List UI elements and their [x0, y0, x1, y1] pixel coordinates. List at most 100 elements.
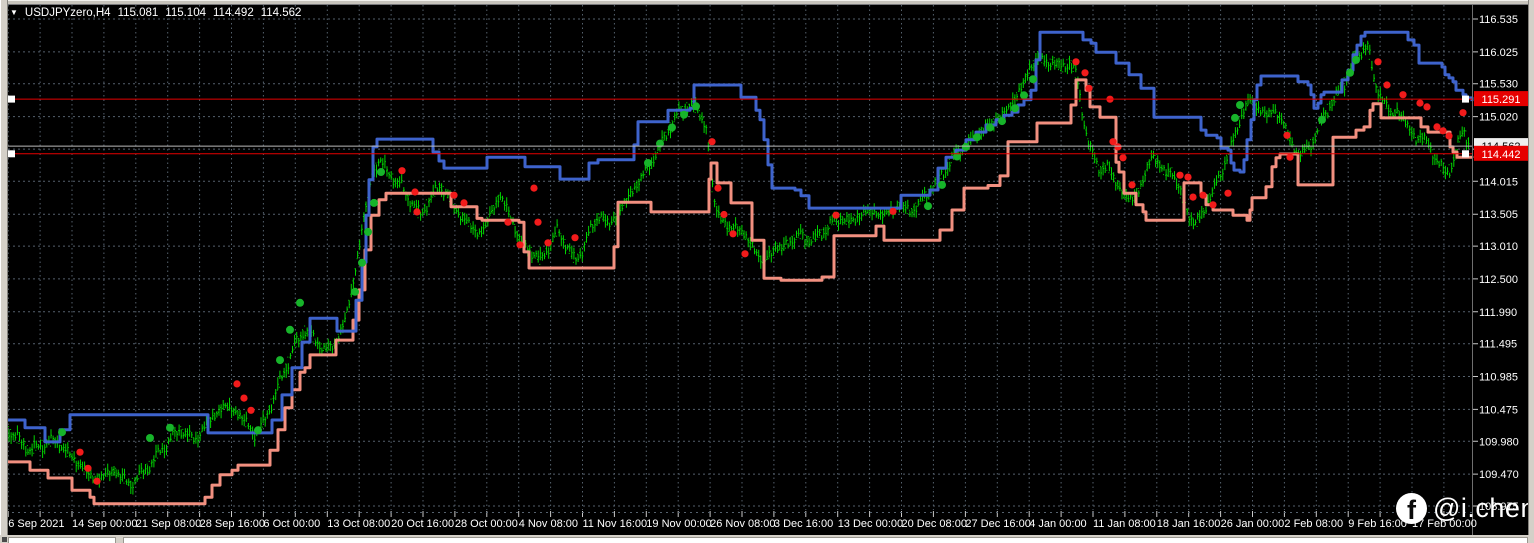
- status-cell-right[interactable]: [123, 537, 1528, 543]
- sell-dot: [504, 218, 512, 226]
- sell-dot: [1445, 132, 1453, 140]
- sell-dot: [460, 199, 468, 207]
- buy-dot: [668, 123, 676, 132]
- mt4-chart-window: 116.535116.025115.530115.020114.515114.0…: [0, 0, 1534, 543]
- price-axis-label: 114.015: [1479, 176, 1518, 188]
- line-anchor-handle[interactable]: [1462, 95, 1469, 103]
- price-axis-label: 115.020: [1479, 112, 1518, 124]
- buy-dot: [377, 168, 385, 176]
- resize-corner: [2, 537, 7, 542]
- buy-dot: [1352, 55, 1360, 64]
- status-strip: [0, 535, 1534, 543]
- buy-dot: [351, 287, 359, 296]
- time-axis-label: 18 Jan 16:00: [1157, 518, 1221, 530]
- price-axis-label: 111.990: [1479, 307, 1517, 319]
- buy-dot: [986, 123, 994, 132]
- sell-dot: [1176, 171, 1184, 179]
- sell-dot: [1224, 189, 1232, 197]
- line-anchor-handle[interactable]: [8, 95, 15, 103]
- status-cell-left[interactable]: [8, 537, 116, 543]
- buy-dot: [1346, 68, 1354, 77]
- time-axis-label: 13 Oct 08:00: [327, 518, 390, 530]
- sell-dot: [720, 210, 728, 219]
- sell-dot: [1189, 193, 1197, 201]
- buy-dot: [296, 298, 304, 307]
- sell-dot: [247, 406, 255, 414]
- buy-dot: [962, 142, 970, 151]
- open-value: 115.081: [117, 7, 159, 19]
- time-axis-label: 19 Nov 00:00: [646, 518, 711, 530]
- sell-dot: [450, 191, 458, 199]
- buy-dot: [998, 117, 1006, 126]
- buy-dot: [364, 227, 372, 236]
- low-value: 114.492: [213, 7, 254, 19]
- sell-dot: [1184, 173, 1192, 181]
- line-anchor-handle[interactable]: [8, 150, 15, 158]
- buy-dot: [254, 426, 262, 435]
- sell-dot: [1423, 103, 1431, 111]
- time-axis-label: 20 Dec 08:00: [902, 518, 967, 530]
- sell-dot: [1383, 81, 1391, 89]
- buy-dot: [358, 258, 366, 267]
- sell-dot: [411, 188, 419, 196]
- buy-dot: [692, 102, 700, 111]
- sell-dot: [741, 250, 749, 258]
- sell-dot: [233, 380, 241, 388]
- time-axis-label: 28 Oct 00:00: [455, 518, 518, 530]
- sell-dot: [1416, 99, 1424, 107]
- close-value: 114.562: [260, 7, 302, 19]
- sell-dot: [76, 448, 84, 456]
- price-axis-label: 109.470: [1479, 469, 1519, 481]
- window-border-right: [1528, 0, 1534, 543]
- sell-dot: [413, 208, 421, 216]
- sell-dot: [1439, 127, 1447, 135]
- buy-dot: [1318, 115, 1326, 124]
- time-axis-label: 6 Sep 2021: [8, 518, 64, 530]
- buy-dot: [973, 133, 981, 142]
- time-axis-label: 3 Dec 16:00: [774, 518, 833, 530]
- buy-dot: [166, 423, 174, 432]
- time-axis-label: 11 Nov 16:00: [583, 518, 648, 530]
- sell-dot: [832, 211, 840, 219]
- buy-dot: [1029, 75, 1037, 84]
- price-chart[interactable]: 116.535116.025115.530115.020114.515114.0…: [0, 0, 1534, 543]
- sell-dot: [1209, 201, 1217, 209]
- buy-dot: [1020, 91, 1028, 100]
- sell-dot: [1109, 138, 1117, 146]
- window-border-top: [0, 0, 1534, 5]
- buy-dot: [276, 356, 284, 365]
- symbol-dropdown-icon: ▼: [10, 8, 18, 17]
- sell-dot: [1459, 109, 1467, 117]
- price-axis-label: 109.980: [1479, 436, 1519, 448]
- sell-dot: [1374, 58, 1382, 66]
- time-axis-label: 11 Jan 08:00: [1093, 518, 1156, 530]
- sell-dot: [534, 218, 542, 226]
- watermark-handle: @i.chen: [1433, 493, 1534, 523]
- sell-dot: [1433, 123, 1441, 131]
- time-axis-label: 26 Nov 08:00: [710, 518, 775, 530]
- sell-dot: [1283, 131, 1291, 139]
- buy-dot: [1236, 101, 1244, 109]
- sell-dot: [1081, 69, 1089, 77]
- ohlc-header: ▼ USDJPYzero,H4 115.081 115.104 114.492 114.5…: [10, 7, 301, 19]
- sell-dot: [714, 184, 722, 192]
- sell-dot: [84, 464, 92, 472]
- time-axis-label: 20 Oct 16:00: [391, 518, 454, 530]
- sell-dot: [1072, 58, 1080, 66]
- price-axis-label: 115.530: [1479, 79, 1518, 91]
- sell-dot: [398, 167, 406, 175]
- time-axis-label: 14 Sep 00:00: [72, 518, 137, 530]
- price-axis-label: 110.475: [1479, 404, 1518, 416]
- price-axis-label: 113.010: [1479, 241, 1518, 253]
- sell-dot: [544, 239, 552, 247]
- buy-dot: [938, 180, 946, 189]
- sell-dot: [240, 394, 248, 402]
- buy-dot: [58, 428, 66, 437]
- sell-dot: [571, 234, 579, 242]
- line-anchor-handle[interactable]: [1462, 150, 1469, 158]
- buy-dot: [146, 434, 154, 442]
- sell-dot: [1119, 154, 1127, 162]
- price-axis-label: 112.500: [1479, 274, 1518, 286]
- sell-dot: [1114, 143, 1122, 151]
- time-axis-label: 28 Sep 16:00: [200, 518, 265, 530]
